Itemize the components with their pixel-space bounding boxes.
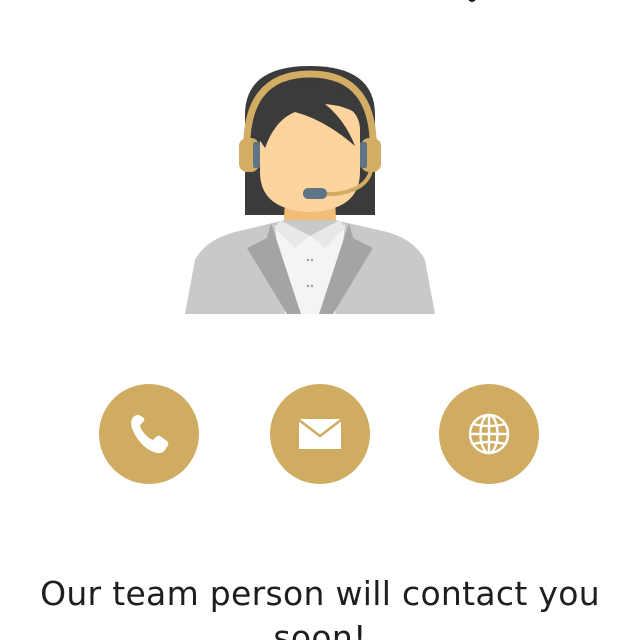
contact-options bbox=[0, 384, 640, 484]
email-button[interactable] bbox=[270, 384, 370, 484]
mail-icon bbox=[298, 419, 342, 449]
support-agent-illustration bbox=[185, 66, 435, 314]
contact-confirmation-screen: Our team person will contact you soon! bbox=[0, 0, 640, 640]
confirmation-message: Our team person will contact you soon! bbox=[40, 574, 600, 640]
phone-icon bbox=[131, 415, 169, 454]
globe-icon bbox=[468, 413, 510, 455]
call-button[interactable] bbox=[99, 384, 199, 484]
cut-off-heading bbox=[0, 0, 640, 2]
heading-glyph-fragment bbox=[468, 0, 476, 2]
website-button[interactable] bbox=[439, 384, 539, 484]
headset-mic bbox=[303, 188, 327, 199]
